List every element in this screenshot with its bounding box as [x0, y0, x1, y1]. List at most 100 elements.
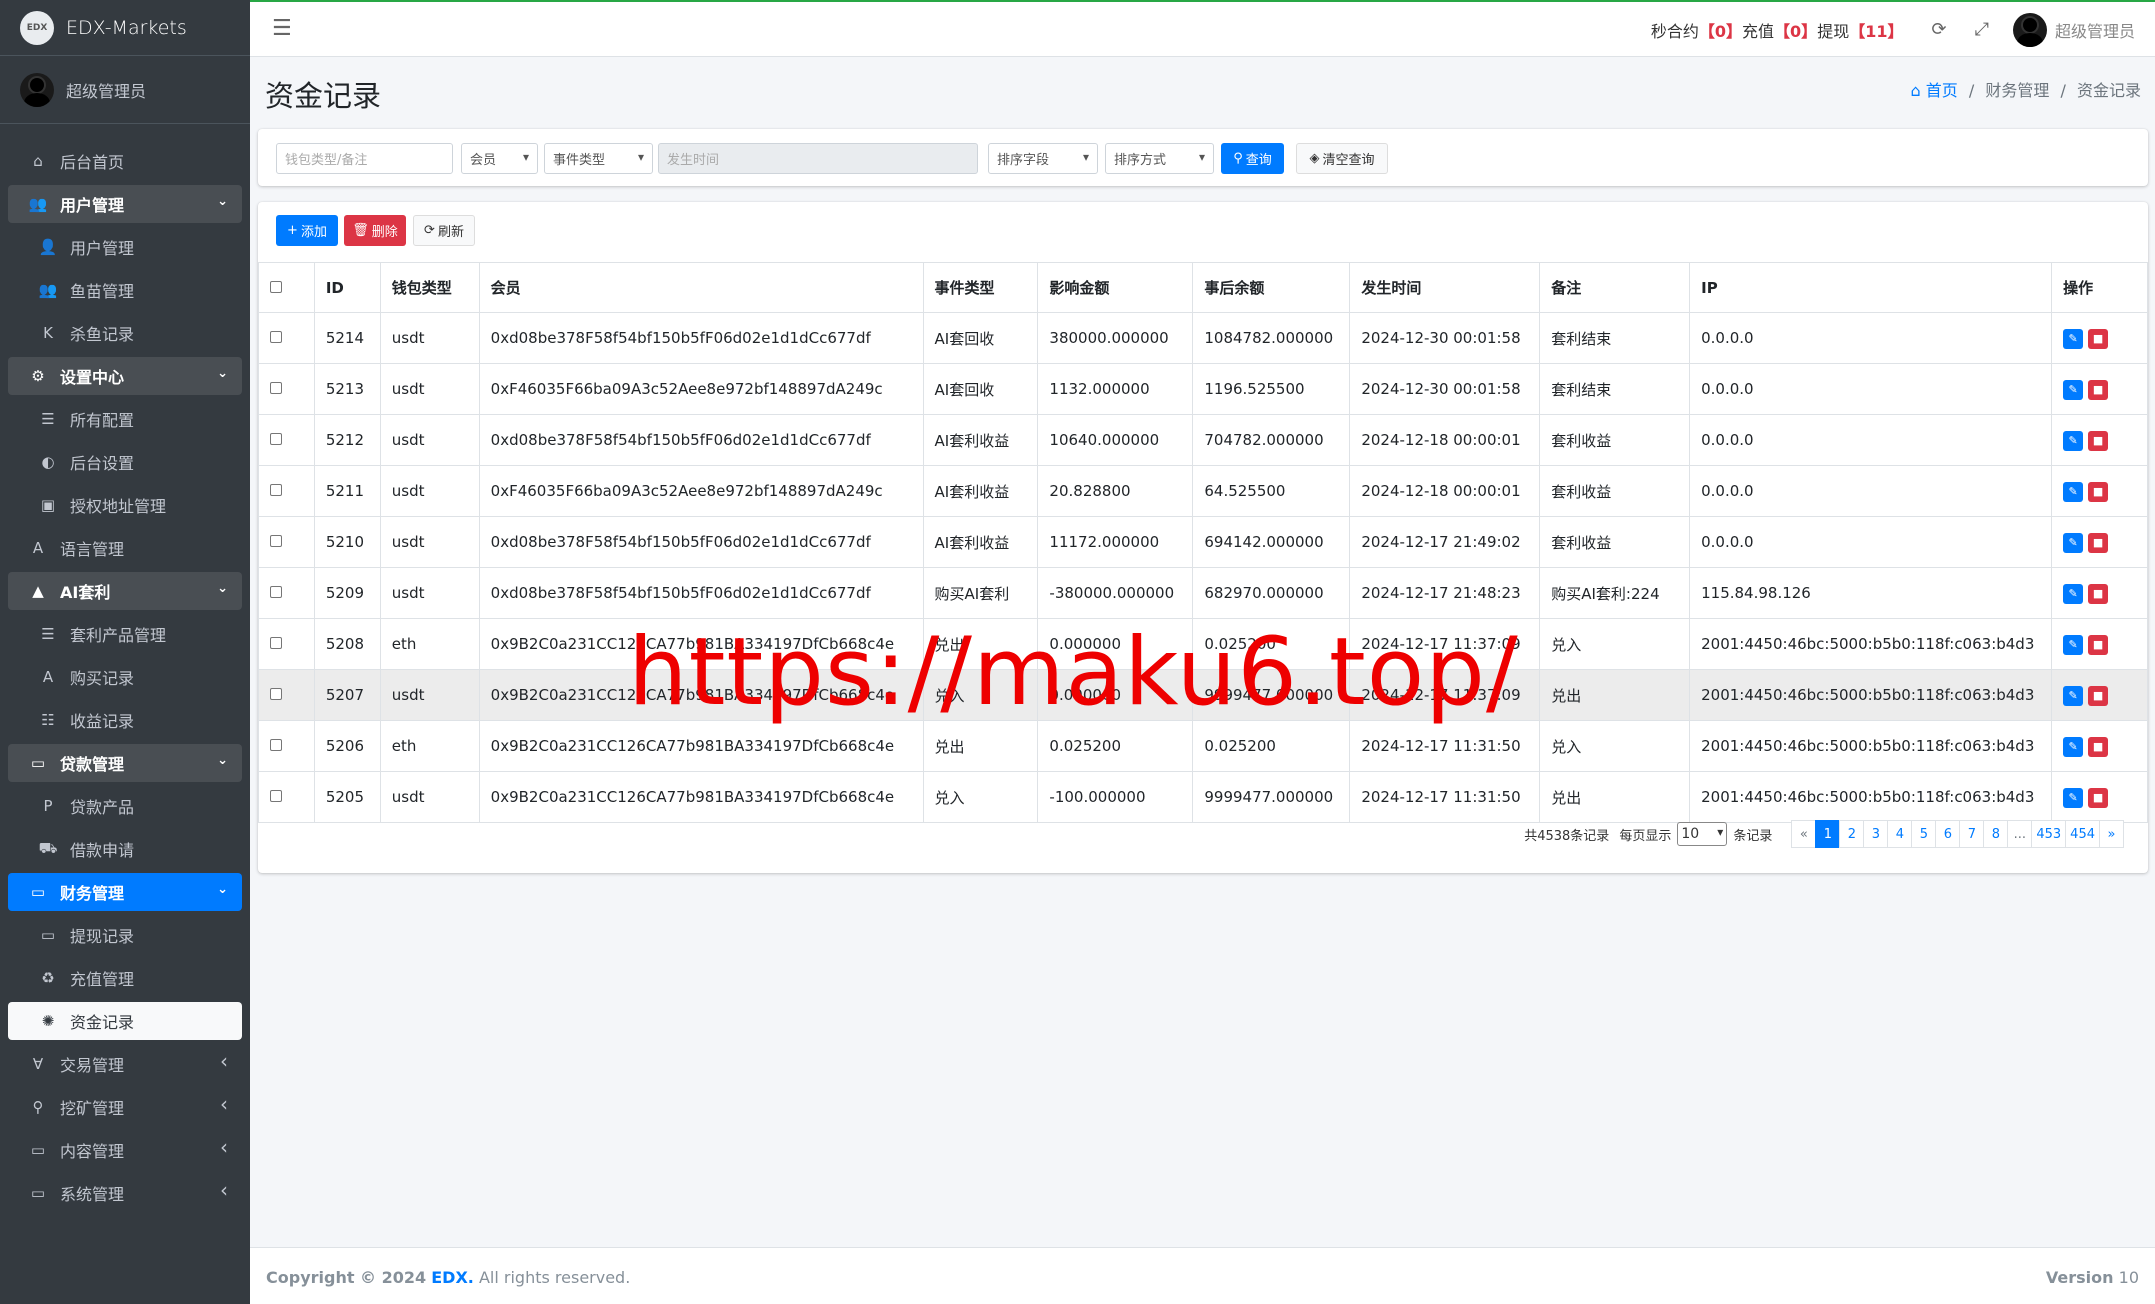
page-link[interactable]: ... [2007, 820, 2033, 848]
per-page-select[interactable]: 10 [1677, 822, 1728, 846]
top-admin-name[interactable]: 超级管理员 [2055, 18, 2135, 42]
sidebar-item[interactable]: ⌂ 后台首页 [8, 142, 242, 180]
page-link[interactable]: 2 [1839, 820, 1865, 848]
trash-icon[interactable]: ■ [2088, 685, 2109, 706]
withdraw-count[interactable]: 【11】 [1849, 18, 1903, 42]
sort-field-select[interactable]: 排序字段 [988, 143, 1098, 174]
trash-icon[interactable]: ■ [2088, 481, 2109, 502]
recharge-count[interactable]: 【0】 [1774, 18, 1817, 42]
keyword-input[interactable]: 钱包类型/备注 [276, 143, 453, 174]
sidebar-item[interactable]: ▭ 系统管理 ‹ [8, 1174, 242, 1212]
table-row[interactable]: 5213 usdt 0xF46035F66ba09A3c52Aee8e972bf14… [258, 363, 2148, 415]
table-row[interactable]: 5210 usdt 0xd08be378F58f54bf150b5fF06d02e1… [258, 516, 2148, 568]
trash-icon[interactable]: ■ [2088, 379, 2109, 400]
breadcrumb-home[interactable]: 首页 [1926, 81, 1958, 100]
event-type-select[interactable]: 事件类型 [544, 143, 653, 174]
edit-icon[interactable]: ✎ [2063, 430, 2084, 451]
edit-icon[interactable]: ✎ [2063, 736, 2084, 757]
row-checkbox[interactable] [258, 669, 315, 721]
edit-icon[interactable]: ✎ [2063, 583, 2084, 604]
clear-search-button[interactable]: ◈ 清空查询 [1296, 143, 1388, 174]
trash-icon[interactable]: ■ [2088, 634, 2109, 655]
row-checkbox[interactable] [258, 465, 315, 517]
row-checkbox[interactable] [258, 771, 315, 823]
row-checkbox[interactable] [258, 414, 315, 466]
page-link[interactable]: « [1791, 820, 1817, 848]
add-button[interactable]: + 添加 [276, 215, 338, 246]
seconds-contract-label[interactable]: 秒合约 [1651, 18, 1699, 42]
edit-icon[interactable]: ✎ [2063, 532, 2084, 553]
page-link[interactable]: 3 [1863, 820, 1889, 848]
table-row[interactable]: 5205 usdt 0x9B2C0a231CC126CA77b981BA334197… [258, 771, 2148, 823]
copyright-brand-link[interactable]: EDX. [431, 1268, 474, 1287]
page-link[interactable]: 454 [2065, 820, 2100, 848]
table-row[interactable]: 5212 usdt 0xd08be378F58f54bf150b5fF06d02e1… [258, 414, 2148, 466]
sidebar-item[interactable]: ∀ 交易管理 ‹ [8, 1045, 242, 1083]
page-link[interactable]: 6 [1935, 820, 1961, 848]
sidebar-item[interactable]: 👥 用户管理 ⌄ [8, 185, 242, 223]
delete-button[interactable]: 🗑 删除 [344, 215, 406, 246]
trash-icon[interactable]: ■ [2088, 430, 2109, 451]
sidebar-item[interactable]: ▭ 财务管理 ⌄ [8, 873, 242, 911]
row-checkbox[interactable] [258, 618, 315, 670]
recharge-label[interactable]: 充值 [1742, 18, 1774, 42]
breadcrumb-home-icon[interactable]: ⌂ [1911, 81, 1921, 100]
edit-icon[interactable]: ✎ [2063, 685, 2084, 706]
trash-icon[interactable]: ■ [2088, 583, 2109, 604]
top-avatar[interactable] [2012, 12, 2047, 47]
page-link[interactable]: 8 [1983, 820, 2009, 848]
page-link[interactable]: » [2099, 820, 2124, 848]
sidebar-item[interactable]: A 购买记录 [8, 658, 242, 696]
trash-icon[interactable]: ■ [2088, 532, 2109, 553]
menu-toggle-icon[interactable]: ☰ [272, 16, 292, 41]
search-button[interactable]: ⚲ 查询 [1221, 143, 1284, 174]
trash-icon[interactable]: ■ [2088, 787, 2109, 808]
sidebar-item[interactable]: ▣ 授权地址管理 [8, 486, 242, 524]
sidebar-item[interactable]: ⚲ 挖矿管理 ‹ [8, 1088, 242, 1126]
page-link[interactable]: 4 [1887, 820, 1913, 848]
sidebar-item[interactable]: 👥 鱼苗管理 [8, 271, 242, 309]
sidebar-item[interactable]: ☰ 套利产品管理 [8, 615, 242, 653]
member-select[interactable]: 会员 [461, 143, 538, 174]
seconds-contract-count[interactable]: 【0】 [1699, 18, 1742, 42]
page-link[interactable]: 5 [1911, 820, 1937, 848]
page-link[interactable]: 453 [2031, 820, 2067, 848]
refresh-button[interactable]: ⟳ 刷新 [413, 215, 475, 246]
select-all-checkbox[interactable] [258, 262, 315, 313]
edit-icon[interactable]: ✎ [2063, 379, 2084, 400]
table-row[interactable]: 5209 usdt 0xd08be378F58f54bf150b5fF06d02e1… [258, 567, 2148, 619]
sidebar-item[interactable]: ⚙ 设置中心 ⌄ [8, 357, 242, 395]
page-link[interactable]: 7 [1959, 820, 1985, 848]
sidebar-item[interactable]: ▲ AI套利 ⌄ [8, 572, 242, 610]
row-checkbox[interactable] [258, 363, 315, 415]
sidebar-item[interactable]: ☷ 收益记录 [8, 701, 242, 739]
table-row[interactable]: 5211 usdt 0xF46035F66ba09A3c52Aee8e972bf14… [258, 465, 2148, 517]
row-checkbox[interactable] [258, 720, 315, 772]
trash-icon[interactable]: ■ [2088, 328, 2109, 349]
sidebar-item[interactable]: ♻ 充值管理 [8, 959, 242, 997]
row-checkbox[interactable] [258, 567, 315, 619]
user-panel[interactable]: 超级管理员 [0, 56, 250, 124]
sidebar-item[interactable]: ▭ 提现记录 [8, 916, 242, 954]
sidebar-item[interactable]: ✺ 资金记录 [8, 1002, 242, 1040]
edit-icon[interactable]: ✎ [2063, 634, 2084, 655]
time-range-input[interactable]: 发生时间 [658, 143, 978, 174]
sidebar-item[interactable]: A 语言管理 [8, 529, 242, 567]
row-checkbox[interactable] [258, 516, 315, 568]
sort-order-select[interactable]: 排序方式 [1105, 143, 1214, 174]
withdraw-label[interactable]: 提现 [1817, 18, 1849, 42]
refresh-icon[interactable]: ⟳ [1931, 19, 1946, 40]
edit-icon[interactable]: ✎ [2063, 481, 2084, 502]
row-checkbox[interactable] [258, 312, 315, 364]
table-row[interactable]: 5214 usdt 0xd08be378F58f54bf150b5fF06d02e1… [258, 312, 2148, 364]
brand[interactable]: EDX EDX-Markets [0, 0, 250, 56]
sidebar-item[interactable]: ⛟ 借款申请 [8, 830, 242, 868]
sidebar-item[interactable]: ▭ 贷款管理 ⌄ [8, 744, 242, 782]
table-row[interactable]: 5206 eth 0x9B2C0a231CC126CA77b981BA334197D… [258, 720, 2148, 772]
sidebar-item[interactable]: ☰ 所有配置 [8, 400, 242, 438]
sidebar-item[interactable]: ◐ 后台设置 [8, 443, 242, 481]
fullscreen-icon[interactable]: ⤢ [1975, 19, 1989, 40]
sidebar-item[interactable]: ▭ 内容管理 ‹ [8, 1131, 242, 1169]
edit-icon[interactable]: ✎ [2063, 787, 2084, 808]
page-link[interactable]: 1 [1815, 820, 1841, 848]
